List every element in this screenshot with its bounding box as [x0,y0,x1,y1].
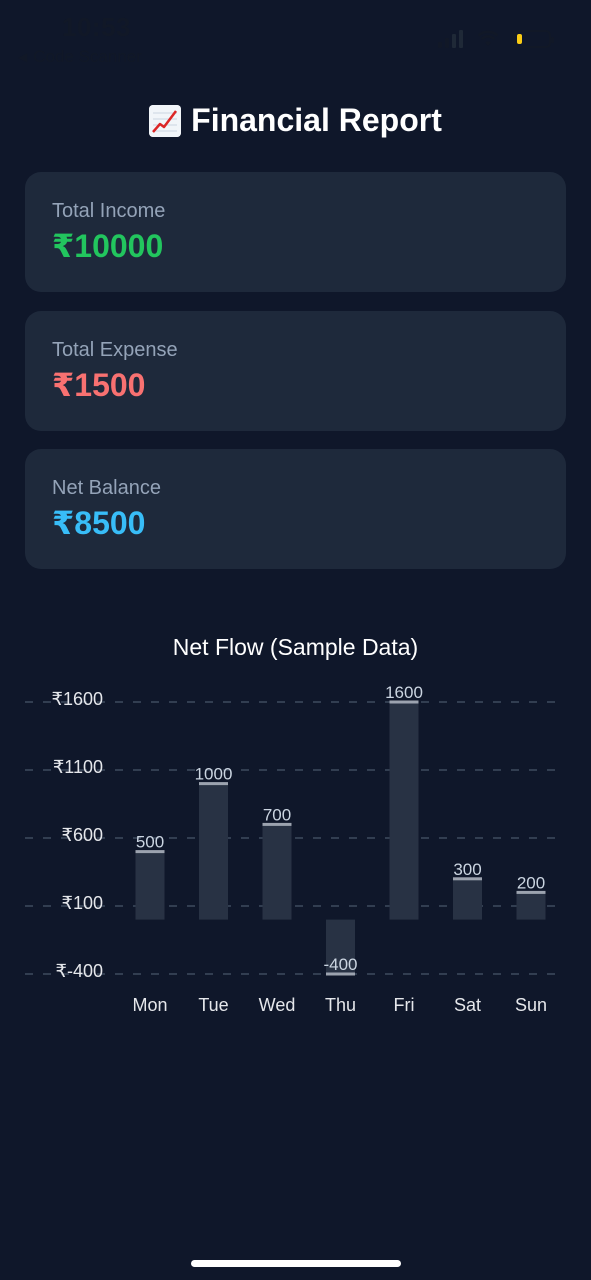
data-label: -400 [323,955,357,974]
home-indicator[interactable] [191,1260,401,1267]
data-label: 300 [453,860,481,879]
bar [135,851,165,920]
chart-increasing-icon [149,104,182,137]
net-flow-chart: ₹1600 ₹1100 ₹600 ₹100 ₹-400 500 Mon 1000 Tue 700 W… [25,683,560,1015]
balance-value: ₹8500 [52,505,146,541]
data-label: 500 [136,833,164,852]
page-header: Financial Report [0,102,591,139]
income-card: Total Income ₹10000 [25,172,566,292]
x-tick-label: Wed [259,995,296,1015]
x-tick-label: Fri [394,995,415,1015]
x-tick-label: Sat [454,995,481,1015]
expense-card: Total Expense ₹1500 [25,311,566,431]
income-label: Total Income [52,200,166,222]
data-label: 1600 [385,683,423,702]
bar [389,702,419,920]
chart-title: Net Flow (Sample Data) [172,634,419,660]
back-to-app-link[interactable]: ◀ Code Scanner [18,47,142,67]
page-title: Financial Report [191,102,442,138]
expense-value: ₹1500 [52,367,146,403]
bar [199,783,228,920]
bar [453,878,482,920]
battery-icon [513,30,554,48]
income-value: ₹10000 [52,228,164,264]
x-tick-label: Mon [132,995,167,1015]
y-tick-label: ₹1100 [53,757,103,777]
y-tick-label: ₹-400 [56,961,103,981]
y-tick-label: ₹100 [62,893,103,913]
expense-label: Total Expense [52,339,178,361]
x-tick-label: Tue [198,995,228,1015]
balance-label: Net Balance [52,477,161,499]
data-label: 1000 [195,765,233,784]
balance-card: Net Balance ₹8500 [25,449,566,569]
signal-icon [438,30,463,48]
bar [516,892,546,920]
y-tick-label: ₹1600 [52,689,104,709]
back-app-label: Code Scanner [33,47,142,66]
wifi-icon [477,30,499,46]
status-time: 10:53 [62,12,131,42]
bar [262,824,292,920]
data-label: 700 [263,805,291,824]
y-tick-label: ₹600 [62,825,103,845]
back-caret-icon: ◀ [18,50,28,64]
x-tick-label: Thu [325,995,356,1015]
x-tick-label: Sun [515,995,547,1015]
status-bar: 10:53 ◀ Code Scanner [0,0,591,80]
data-label: 200 [517,873,545,892]
